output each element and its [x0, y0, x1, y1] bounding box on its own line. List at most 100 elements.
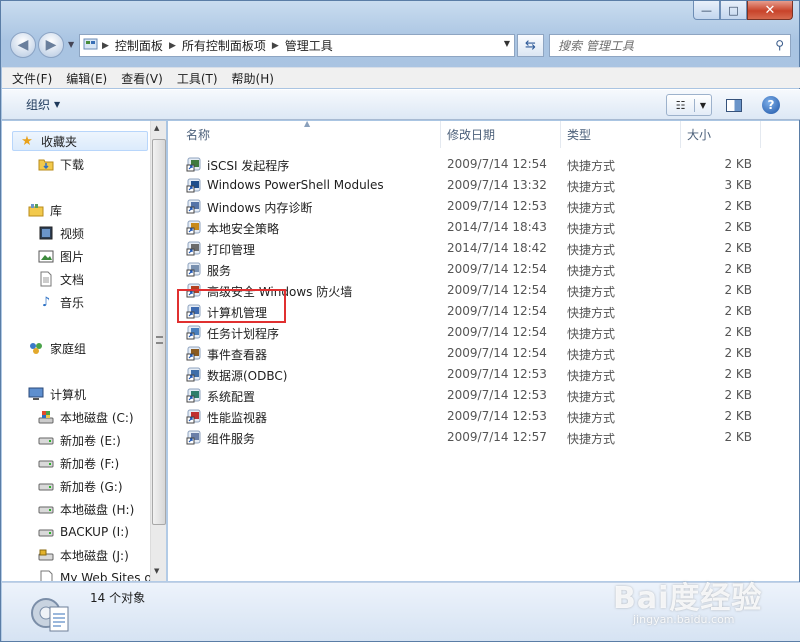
- scrollbar-thumb[interactable]: [152, 139, 166, 525]
- control-panel-icon: [80, 37, 102, 54]
- nav-item-favorites[interactable]: ★ 收藏夹: [12, 131, 148, 151]
- breadcrumb-item-all-items[interactable]: 所有控制面板项: [182, 37, 266, 54]
- nav-item-drive-e[interactable]: 新加卷 (E:): [38, 430, 121, 450]
- web-folder-icon: [38, 570, 54, 581]
- nav-label: 下载: [60, 157, 85, 172]
- preview-pane-icon: [726, 98, 742, 112]
- file-name: 组件服务: [207, 432, 256, 446]
- memory-diagnostic-icon: [186, 198, 202, 214]
- chevron-down-icon[interactable]: ▼: [695, 101, 711, 110]
- address-history-dropdown[interactable]: ▼: [504, 39, 510, 48]
- file-row[interactable]: 性能监视器 2009/7/14 12:53 快捷方式 2 KB: [168, 406, 799, 427]
- breadcrumb: 控制面板 ▶ 所有控制面板项 ▶ 管理工具: [115, 37, 333, 54]
- back-button[interactable]: ◀: [10, 32, 36, 58]
- change-view-button[interactable]: ☷ ▼: [666, 94, 712, 116]
- task-scheduler-icon: [186, 324, 202, 340]
- maximize-button[interactable]: □: [720, 1, 747, 20]
- menu-view[interactable]: 查看(V): [121, 70, 163, 87]
- nav-item-music[interactable]: ♪ 音乐: [38, 292, 84, 312]
- minimize-button[interactable]: —: [693, 1, 720, 20]
- star-icon: ★: [21, 133, 33, 149]
- forward-arrow-icon: ▶: [45, 37, 57, 53]
- menu-file[interactable]: 文件(F): [12, 70, 52, 87]
- nav-item-computer[interactable]: 计算机: [28, 384, 86, 404]
- downloads-folder-icon: [38, 156, 54, 172]
- nav-item-homegroup[interactable]: 家庭组: [28, 338, 86, 358]
- scroll-up-icon[interactable]: ▲: [154, 124, 159, 132]
- file-type: 快捷方式: [567, 201, 616, 215]
- nav-label: 视频: [60, 226, 85, 241]
- menu-edit[interactable]: 编辑(E): [66, 70, 107, 87]
- nav-item-drive-g[interactable]: 新加卷 (G:): [38, 476, 123, 496]
- refresh-button[interactable]: ⇆: [517, 34, 544, 57]
- search-input[interactable]: [550, 35, 760, 56]
- breadcrumb-separator-icon[interactable]: ▶: [169, 41, 176, 51]
- search-icon[interactable]: ⚲: [775, 38, 784, 52]
- nav-item-downloads[interactable]: 下载: [38, 154, 84, 174]
- column-size[interactable]: 大小: [681, 121, 761, 148]
- file-date: 2009/7/14 12:53: [447, 409, 547, 423]
- file-row[interactable]: 任务计划程序 2009/7/14 12:54 快捷方式 2 KB: [168, 322, 799, 343]
- nav-item-libraries[interactable]: 库: [28, 200, 62, 220]
- admin-tools-icon: [28, 591, 72, 635]
- file-row[interactable]: 服务 2009/7/14 12:54 快捷方式 2 KB: [168, 259, 799, 280]
- nav-item-drive-j[interactable]: 本地磁盘 (J:): [38, 545, 129, 565]
- file-row[interactable]: 事件查看器 2009/7/14 12:54 快捷方式 2 KB: [168, 343, 799, 364]
- file-size: 2 KB: [724, 430, 752, 444]
- file-row[interactable]: 打印管理 2014/7/14 18:42 快捷方式 2 KB: [168, 238, 799, 259]
- address-bar[interactable]: ▶ 控制面板 ▶ 所有控制面板项 ▶ 管理工具 ▼: [79, 34, 515, 57]
- file-name: 服务: [207, 264, 232, 278]
- file-size: 2 KB: [724, 409, 752, 423]
- column-size-label: 大小: [687, 128, 712, 142]
- file-type: 快捷方式: [567, 243, 616, 257]
- nav-label: 新加卷 (G:): [60, 479, 123, 494]
- file-row[interactable]: 本地安全策略 2014/7/14 18:43 快捷方式 2 KB: [168, 217, 799, 238]
- nav-item-drive-f[interactable]: 新加卷 (F:): [38, 453, 119, 473]
- nav-item-drive-h[interactable]: 本地磁盘 (H:): [38, 499, 134, 519]
- organize-button[interactable]: 组织 ▼: [26, 96, 60, 113]
- file-row[interactable]: 组件服务 2009/7/14 12:57 快捷方式 2 KB: [168, 427, 799, 448]
- file-size: 2 KB: [724, 367, 752, 381]
- column-type[interactable]: 类型: [561, 121, 681, 148]
- help-button[interactable]: ?: [762, 96, 780, 114]
- system-config-icon: [186, 387, 202, 403]
- recent-pages-dropdown[interactable]: ▼: [68, 40, 74, 49]
- breadcrumb-separator-icon[interactable]: ▶: [272, 41, 279, 51]
- file-row[interactable]: iSCSI 发起程序 2009/7/14 12:54 快捷方式 2 KB: [168, 154, 799, 175]
- menu-tools[interactable]: 工具(T): [177, 70, 218, 87]
- column-date[interactable]: 修改日期: [441, 121, 561, 148]
- drive-icon: [38, 432, 54, 448]
- menu-bar: 文件(F) 编辑(E) 查看(V) 工具(T) 帮助(H): [2, 67, 800, 88]
- grip-icon: [156, 336, 163, 344]
- nav-item-my-web-sites[interactable]: My Web Sites o: [38, 568, 152, 581]
- file-row[interactable]: Windows PowerShell Modules 2009/7/14 13:3…: [168, 175, 799, 196]
- nav-scrollbar[interactable]: ▲ ▼: [150, 121, 166, 581]
- breadcrumb-item-control-panel[interactable]: 控制面板: [115, 37, 163, 54]
- file-size: 2 KB: [724, 346, 752, 360]
- file-row[interactable]: Windows 内存诊断 2009/7/14 12:53 快捷方式 2 KB: [168, 196, 799, 217]
- nav-item-drive-i[interactable]: BACKUP (I:): [38, 522, 129, 542]
- nav-item-drive-c[interactable]: 本地磁盘 (C:): [38, 407, 134, 427]
- nav-label: 收藏夹: [41, 134, 78, 149]
- nav-item-pictures[interactable]: 图片: [38, 246, 84, 266]
- file-row[interactable]: 系统配置 2009/7/14 12:53 快捷方式 2 KB: [168, 385, 799, 406]
- forward-button[interactable]: ▶: [38, 32, 64, 58]
- file-list: ▲ 名称 修改日期 类型 大小 iSCSI 发起程序 2009/7/14 12:5…: [168, 119, 799, 581]
- breadcrumb-item-admin-tools[interactable]: 管理工具: [285, 37, 333, 54]
- file-type: 快捷方式: [567, 432, 616, 446]
- back-arrow-icon: ◀: [17, 37, 29, 53]
- nav-label: 音乐: [60, 295, 85, 310]
- column-name[interactable]: ▲ 名称: [168, 119, 441, 148]
- close-button[interactable]: ✕: [747, 1, 793, 20]
- file-date: 2009/7/14 12:57: [447, 430, 547, 444]
- file-type: 快捷方式: [567, 327, 616, 341]
- preview-pane-button[interactable]: [724, 96, 744, 114]
- scroll-down-icon[interactable]: ▼: [154, 567, 159, 575]
- nav-label: 本地磁盘 (J:): [60, 548, 129, 563]
- nav-item-documents[interactable]: 文档: [38, 269, 84, 289]
- chevron-down-icon: ▼: [54, 100, 61, 109]
- file-name: 性能监视器: [207, 411, 268, 425]
- file-row[interactable]: 数据源(ODBC) 2009/7/14 12:53 快捷方式 2 KB: [168, 364, 799, 385]
- menu-help[interactable]: 帮助(H): [232, 70, 274, 87]
- nav-item-videos[interactable]: 视频: [38, 223, 84, 243]
